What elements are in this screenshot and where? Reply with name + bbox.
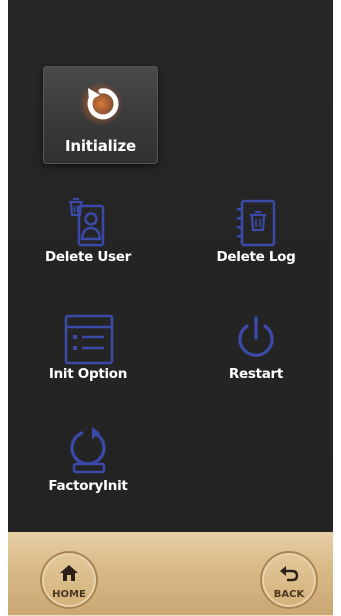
factory-reset-icon <box>70 427 106 474</box>
delete-log-button[interactable]: Delete Log <box>196 195 316 265</box>
init-option-button[interactable]: Init Option <box>28 312 148 382</box>
delete-user-icon <box>69 197 105 247</box>
list-option-icon <box>64 314 114 365</box>
home-button[interactable]: HOME <box>40 551 98 609</box>
restart-label: Restart <box>228 366 284 382</box>
back-arrow-icon <box>280 566 299 582</box>
home-label: HOME <box>52 589 86 600</box>
restart-button[interactable]: Restart <box>196 312 316 382</box>
device-screen: Initialize Delete User Delete Log Init O… <box>8 0 333 616</box>
initialize-label: Initialize <box>64 137 137 155</box>
delete-log-icon <box>237 199 276 247</box>
initialize-button[interactable]: Initialize <box>43 66 158 164</box>
menu-area: Initialize Delete User Delete Log Init O… <box>8 0 333 532</box>
init-option-label: Init Option <box>48 366 128 382</box>
delete-user-button[interactable]: Delete User <box>28 195 148 265</box>
delete-user-label: Delete User <box>45 249 131 265</box>
footer-bar: HOME BACK <box>8 532 333 616</box>
delete-log-label: Delete Log <box>216 249 296 265</box>
back-label: BACK <box>273 589 305 600</box>
back-button[interactable]: BACK <box>260 551 318 609</box>
home-icon <box>60 565 78 581</box>
refresh-icon <box>79 82 123 125</box>
factory-init-label: FactoryInit <box>48 478 128 494</box>
factory-init-button[interactable]: FactoryInit <box>28 424 148 494</box>
power-icon <box>238 316 274 357</box>
